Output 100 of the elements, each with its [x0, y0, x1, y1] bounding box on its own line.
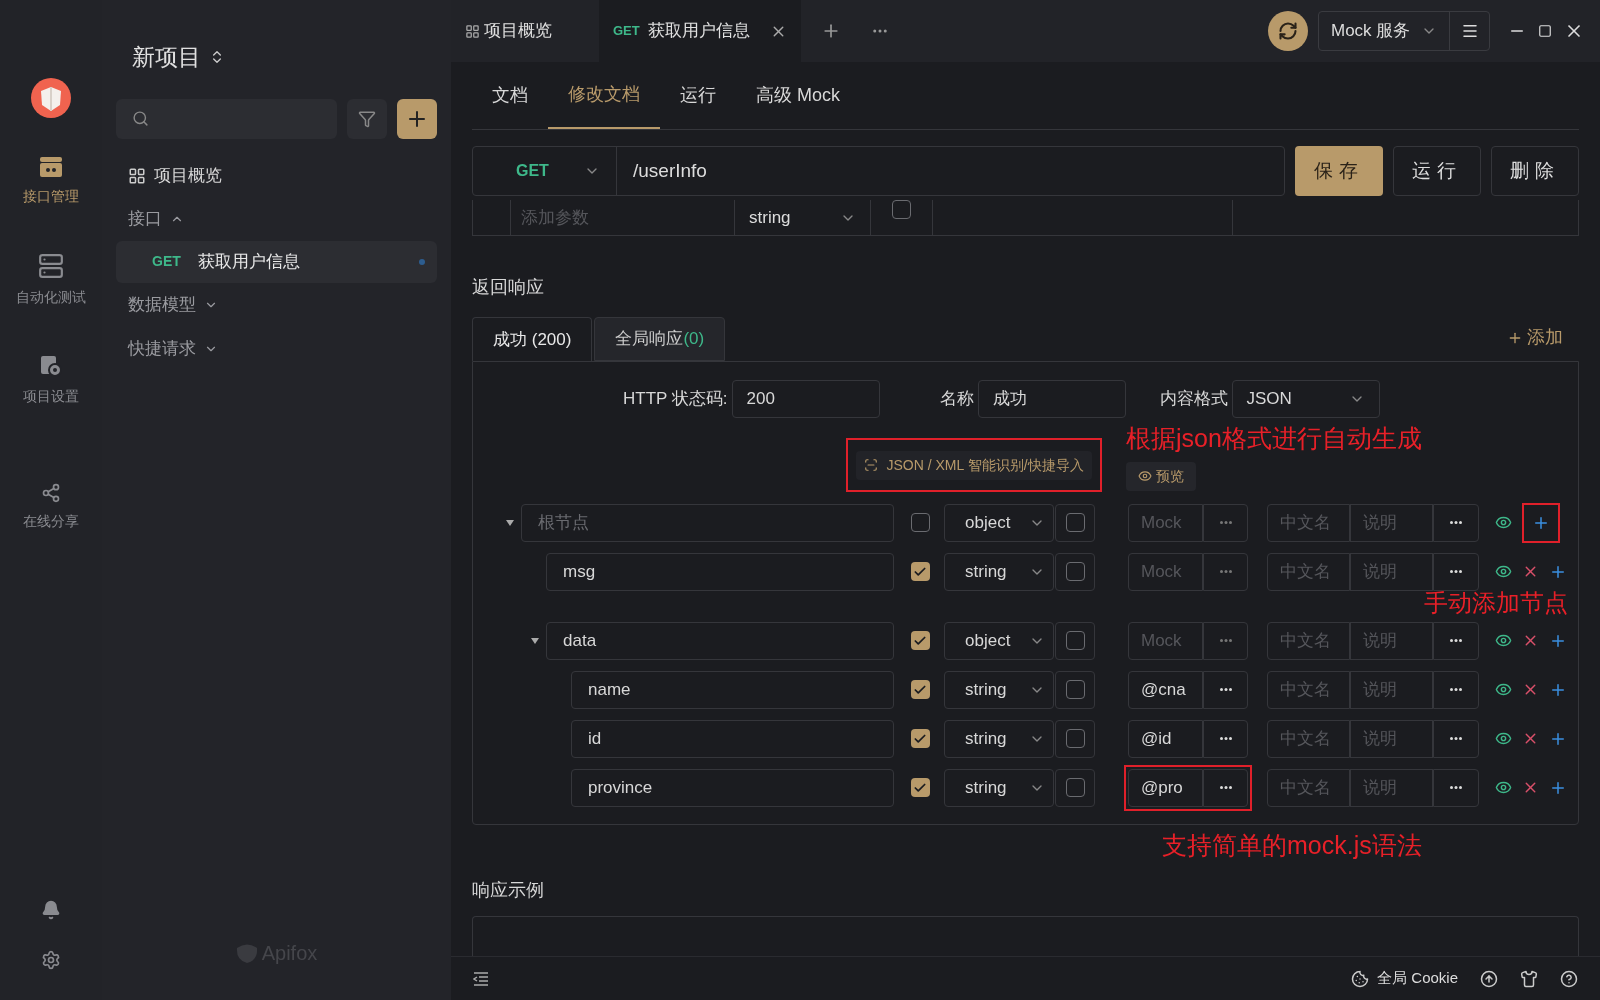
more-icon [1450, 521, 1462, 524]
server-icon [38, 253, 64, 279]
field-name-input[interactable]: data [546, 621, 894, 660]
more-icon [1450, 737, 1462, 740]
upload-icon[interactable] [1480, 969, 1498, 988]
more-icon [1450, 786, 1462, 789]
add-link[interactable]: 添加 [1507, 324, 1563, 351]
rail-item[interactable]: 项目设置 [23, 354, 79, 407]
eye-icon[interactable] [1495, 730, 1512, 747]
eye-icon[interactable] [1495, 514, 1512, 531]
mock-input[interactable]: @cna [1128, 670, 1203, 709]
mock-input[interactable]: @id [1128, 719, 1203, 758]
section-tab[interactable]: 高级 Mock [736, 62, 860, 129]
grid-icon [465, 23, 480, 39]
checkbox[interactable] [910, 680, 930, 699]
search-icon [132, 110, 149, 127]
section-title: 返回响应 [472, 276, 545, 299]
section-tab[interactable]: 运行 [660, 62, 736, 129]
sidebar-group[interactable]: 快捷请求 [116, 326, 437, 371]
brand-logo [235, 943, 258, 963]
refresh-button[interactable] [1268, 11, 1308, 51]
maximize-icon[interactable] [1538, 24, 1552, 38]
mock-input[interactable]: @pro [1128, 768, 1203, 807]
annotation-text: 支持简单的mock.js语法 [1162, 830, 1422, 861]
collapse-icon[interactable] [473, 971, 489, 986]
more-icon [1219, 570, 1232, 573]
type-select[interactable]: object [944, 621, 1054, 660]
caret-icon[interactable] [506, 519, 514, 526]
search-field[interactable] [116, 98, 337, 139]
type-select[interactable]: object [944, 503, 1054, 542]
type-select[interactable]: string [944, 552, 1054, 591]
rail-item[interactable]: 自动化测试 [16, 253, 86, 308]
more-icon [1450, 688, 1462, 691]
field-name-input[interactable]: name [571, 670, 894, 709]
type-select[interactable]: string [735, 200, 871, 235]
checkbox[interactable] [1065, 631, 1085, 650]
annotation-text: 手动添加节点 [1424, 590, 1568, 616]
field-name-input[interactable]: province [571, 768, 894, 807]
type-select[interactable]: string [944, 670, 1054, 709]
field-name-input[interactable]: msg [546, 552, 894, 591]
scan-icon [864, 458, 879, 472]
checkbox[interactable] [910, 778, 930, 797]
checkbox[interactable] [1065, 513, 1085, 532]
checkbox[interactable] [910, 631, 930, 650]
annotation-text: 根据json格式进行自动生成 [1126, 423, 1422, 454]
section-tab[interactable]: 文档 [472, 62, 548, 129]
help-icon[interactable] [1560, 969, 1578, 988]
editor-tab[interactable]: GET 获取用户信息 [599, 0, 801, 62]
response-tab[interactable]: 成功 (200) [472, 317, 593, 361]
checkbox[interactable] [1065, 680, 1085, 699]
filter-button[interactable] [347, 98, 387, 139]
more-icon [1219, 737, 1232, 740]
rail-item[interactable]: 接口管理 [23, 156, 79, 207]
eye-icon [1138, 469, 1152, 483]
import-button[interactable]: JSON / XML 智能识别/快捷导入 [856, 450, 1092, 480]
more-icon [1450, 570, 1462, 573]
action-button[interactable]: 保存 [1295, 146, 1383, 196]
checkbox[interactable] [892, 200, 911, 219]
section-tab[interactable]: 修改文档 [548, 62, 660, 129]
field-name-input[interactable]: id [571, 719, 894, 758]
share-icon [41, 483, 61, 503]
editor-tab[interactable]: 项目概览 [451, 0, 599, 62]
field-label: 内容格式 [1159, 388, 1228, 411]
project-title[interactable]: 新项目 [132, 40, 201, 75]
response-tab[interactable]: 全局响应(0) [594, 317, 726, 361]
checkbox[interactable] [910, 562, 930, 581]
filter-icon [358, 109, 376, 128]
grid-icon [128, 166, 146, 185]
cookie-button[interactable]: 全局 Cookie [1351, 967, 1458, 990]
format-select[interactable]: JSON [1231, 380, 1380, 418]
eye-icon[interactable] [1495, 563, 1512, 580]
eye-icon[interactable] [1495, 779, 1512, 796]
checkbox[interactable] [910, 513, 930, 532]
shirt-icon[interactable] [1520, 969, 1538, 988]
eye-icon[interactable] [1495, 681, 1512, 698]
type-select[interactable]: string [944, 768, 1054, 807]
checkbox[interactable] [910, 729, 930, 748]
caret-icon[interactable] [531, 637, 539, 644]
status-code-input[interactable]: 200 [731, 380, 880, 418]
rail-item[interactable]: 在线分享 [23, 483, 79, 532]
name-input[interactable]: 成功 [977, 380, 1126, 418]
sidebar-item[interactable]: GET 获取用户信息 [116, 240, 437, 283]
eye-icon[interactable] [1495, 632, 1512, 649]
bell-icon[interactable] [41, 900, 61, 920]
action-button[interactable]: 删除 [1491, 146, 1579, 196]
settings-icon[interactable] [41, 950, 61, 970]
more-icon [1219, 688, 1232, 691]
checkbox[interactable] [1065, 729, 1085, 748]
sidebar-group[interactable]: 接口 [116, 196, 437, 241]
app-logo [31, 78, 71, 118]
action-button[interactable]: 运行 [1393, 146, 1481, 196]
type-select[interactable]: string [944, 719, 1054, 758]
checkbox[interactable] [1065, 562, 1085, 581]
refresh-icon [1278, 21, 1298, 41]
checkbox[interactable] [1065, 778, 1085, 797]
add-button[interactable] [397, 98, 437, 139]
sidebar-group[interactable]: 数据模型 [116, 282, 437, 327]
preview-button[interactable]: 预览 [1126, 461, 1196, 491]
section-title: 响应示例 [472, 878, 545, 902]
sidebar-item[interactable]: 项目概览 [116, 154, 437, 197]
